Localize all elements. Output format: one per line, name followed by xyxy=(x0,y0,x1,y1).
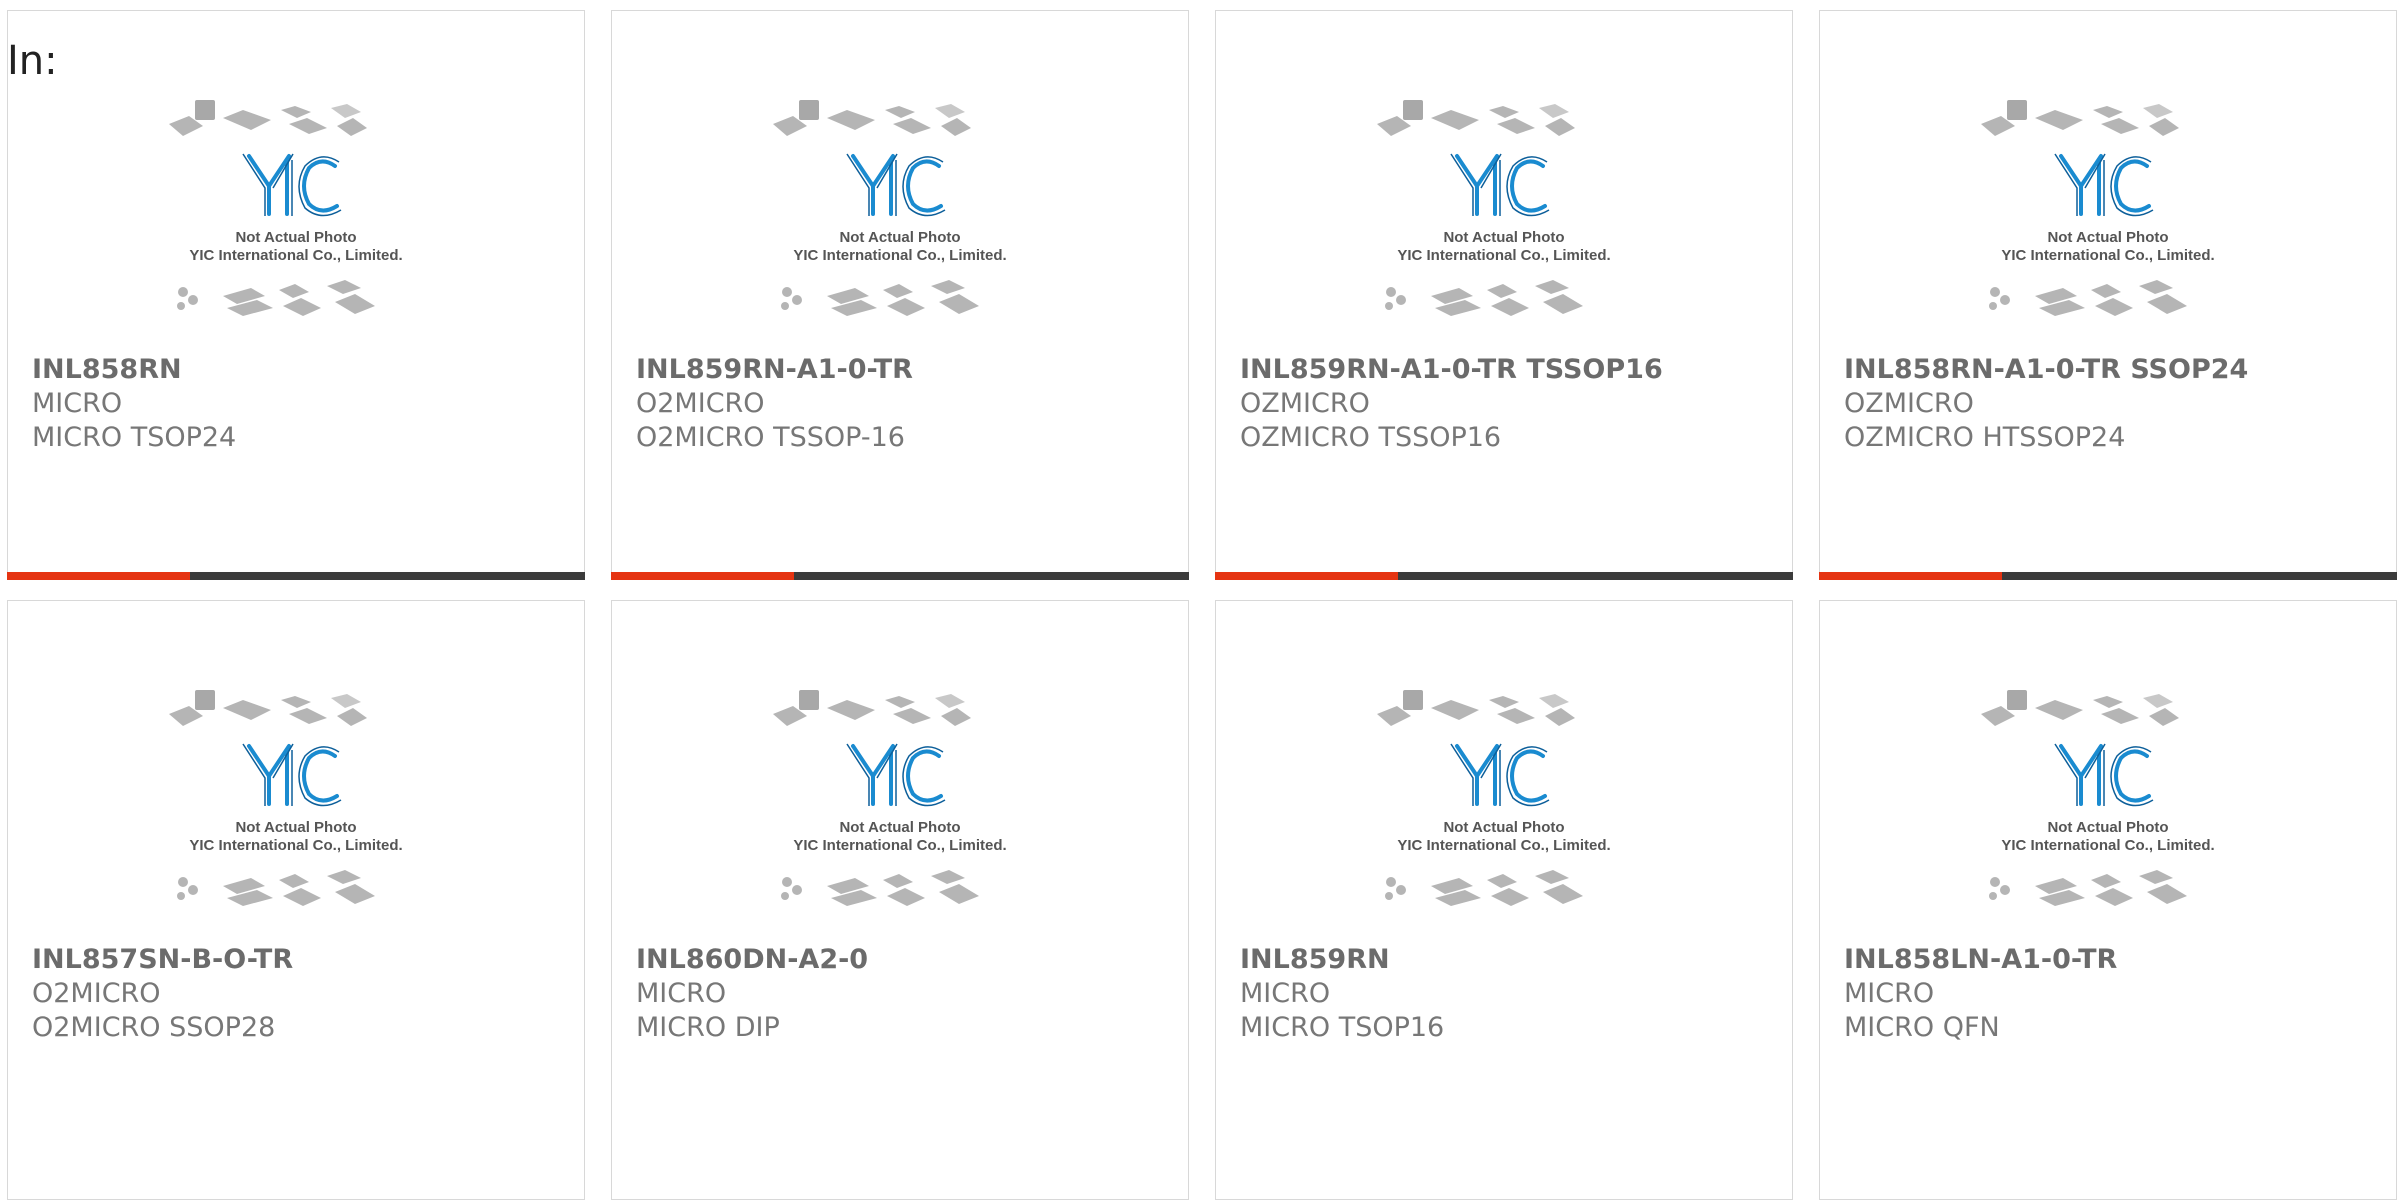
card-accent-bar xyxy=(1819,572,2002,580)
product-grid: Not Actual Photo YIC International Co., … xyxy=(7,10,2399,1200)
part-number-link[interactable]: INL857SN-B-O-TR xyxy=(32,943,574,977)
placeholder-product-image: Not Actual Photo YIC International Co., … xyxy=(1377,690,1611,906)
manufacturer-text: OZMICRO xyxy=(1240,388,1370,419)
product-info: INL857SN-B-O-TR O2MICRO O2MICRO SSOP28 xyxy=(32,943,574,1045)
product-info: INL858LN-A1-0-TR MICRO MICRO QFN xyxy=(1844,943,2386,1045)
product-card[interactable]: Not Actual Photo YIC International Co., … xyxy=(611,10,1189,580)
svg-text:YIC International Co., Limited: YIC International Co., Limited. xyxy=(793,837,1006,854)
product-info: INL860DN-A2-0 MICRO MICRO DIP xyxy=(636,943,1178,1045)
package-text: MICRO TSOP24 xyxy=(32,422,237,453)
card-bottom-bar xyxy=(1819,572,2397,580)
part-number-link[interactable]: INL859RN-A1-0-TR TSSOP16 xyxy=(1240,353,1782,387)
product-info: INL858RN MICRO MICRO TSOP24 xyxy=(32,353,574,455)
card-bottom-bar xyxy=(611,572,1189,580)
card-bottom-bar xyxy=(1215,572,1793,580)
placeholder-product-image: Not Actual Photo YIC International Co., … xyxy=(773,100,1007,316)
product-photo[interactable]: Not Actual Photo YIC International Co., … xyxy=(8,686,584,936)
svg-text:Not Actual Photo: Not Actual Photo xyxy=(839,819,960,836)
manufacturer-text: MICRO xyxy=(1844,978,1935,1009)
card-accent-bar xyxy=(7,572,190,580)
product-info: INL859RN-A1-0-TR O2MICRO O2MICRO TSSOP-16 xyxy=(636,353,1178,455)
package-text: MICRO TSOP16 xyxy=(1240,1012,1445,1043)
placeholder-product-image: Not Actual Photo YIC International Co., … xyxy=(169,690,403,906)
product-photo[interactable]: Not Actual Photo YIC International Co., … xyxy=(1820,96,2396,346)
svg-text:Not Actual Photo: Not Actual Photo xyxy=(235,229,356,246)
package-text: OZMICRO HTSSOP24 xyxy=(1844,422,2126,453)
part-number-link[interactable]: INL859RN-A1-0-TR xyxy=(636,353,1178,387)
manufacturer-text: MICRO xyxy=(32,388,123,419)
product-card[interactable]: Not Actual Photo YIC International Co., … xyxy=(7,600,585,1200)
svg-text:YIC International Co., Limited: YIC International Co., Limited. xyxy=(1397,247,1610,264)
in-label: In: xyxy=(7,38,58,84)
svg-text:Not Actual Photo: Not Actual Photo xyxy=(1443,819,1564,836)
card-accent-bar xyxy=(611,572,794,580)
product-card[interactable]: Not Actual Photo YIC International Co., … xyxy=(611,600,1189,1200)
product-info: INL859RN MICRO MICRO TSOP16 xyxy=(1240,943,1782,1045)
svg-text:Not Actual Photo: Not Actual Photo xyxy=(1443,229,1564,246)
product-photo[interactable]: Not Actual Photo YIC International Co., … xyxy=(612,686,1188,936)
svg-text:Not Actual Photo: Not Actual Photo xyxy=(2047,229,2168,246)
svg-text:Not Actual Photo: Not Actual Photo xyxy=(235,819,356,836)
manufacturer-text: MICRO xyxy=(636,978,727,1009)
product-photo[interactable]: Not Actual Photo YIC International Co., … xyxy=(1216,96,1792,346)
manufacturer-text: MICRO xyxy=(1240,978,1331,1009)
part-number-link[interactable]: INL858RN xyxy=(32,353,574,387)
svg-text:YIC International Co., Limited: YIC International Co., Limited. xyxy=(2001,247,2214,264)
package-text: MICRO QFN xyxy=(1844,1012,2000,1043)
placeholder-product-image: Not Actual Photo YIC International Co., … xyxy=(1981,690,2215,906)
svg-text:Not Actual Photo: Not Actual Photo xyxy=(839,229,960,246)
svg-text:YIC International Co., Limited: YIC International Co., Limited. xyxy=(189,247,402,264)
product-card[interactable]: Not Actual Photo YIC International Co., … xyxy=(7,10,585,580)
part-number-link[interactable]: INL860DN-A2-0 xyxy=(636,943,1178,977)
placeholder-product-image: Not Actual Photo YIC International Co., … xyxy=(169,100,403,316)
part-number-link[interactable]: INL858LN-A1-0-TR xyxy=(1844,943,2386,977)
product-card[interactable]: Not Actual Photo YIC International Co., … xyxy=(1215,10,1793,580)
part-number-link[interactable]: INL858RN-A1-0-TR SSOP24 xyxy=(1844,353,2386,387)
package-text: O2MICRO TSSOP-16 xyxy=(636,422,905,453)
manufacturer-text: O2MICRO xyxy=(636,388,765,419)
part-number-link[interactable]: INL859RN xyxy=(1240,943,1782,977)
card-accent-bar xyxy=(1215,572,1398,580)
placeholder-product-image: Not Actual Photo YIC International Co., … xyxy=(1377,100,1611,316)
product-info: INL859RN-A1-0-TR TSSOP16 OZMICRO OZMICRO T… xyxy=(1240,353,1782,455)
product-card[interactable]: Not Actual Photo YIC International Co., … xyxy=(1215,600,1793,1200)
product-info: INL858RN-A1-0-TR SSOP24 OZMICRO OZMICRO HT… xyxy=(1844,353,2386,455)
product-card[interactable]: Not Actual Photo YIC International Co., … xyxy=(1819,600,2397,1200)
card-bottom-bar xyxy=(7,572,585,580)
product-photo[interactable]: Not Actual Photo YIC International Co., … xyxy=(1820,686,2396,936)
product-photo[interactable]: Not Actual Photo YIC International Co., … xyxy=(8,96,584,346)
product-photo[interactable]: Not Actual Photo YIC International Co., … xyxy=(1216,686,1792,936)
package-text: MICRO DIP xyxy=(636,1012,780,1043)
svg-text:YIC International Co., Limited: YIC International Co., Limited. xyxy=(2001,837,2214,854)
product-photo[interactable]: Not Actual Photo YIC International Co., … xyxy=(612,96,1188,346)
svg-text:YIC International Co., Limited: YIC International Co., Limited. xyxy=(793,247,1006,264)
package-text: O2MICRO SSOP28 xyxy=(32,1012,276,1043)
placeholder-product-image: Not Actual Photo YIC International Co., … xyxy=(773,690,1007,906)
placeholder-product-image: Not Actual Photo YIC International Co., … xyxy=(1981,100,2215,316)
svg-text:Not Actual Photo: Not Actual Photo xyxy=(2047,819,2168,836)
manufacturer-text: OZMICRO xyxy=(1844,388,1974,419)
svg-text:YIC International Co., Limited: YIC International Co., Limited. xyxy=(189,837,402,854)
package-text: OZMICRO TSSOP16 xyxy=(1240,422,1502,453)
svg-text:YIC International Co., Limited: YIC International Co., Limited. xyxy=(1397,837,1610,854)
manufacturer-text: O2MICRO xyxy=(32,978,161,1009)
product-card[interactable]: Not Actual Photo YIC International Co., … xyxy=(1819,10,2397,580)
